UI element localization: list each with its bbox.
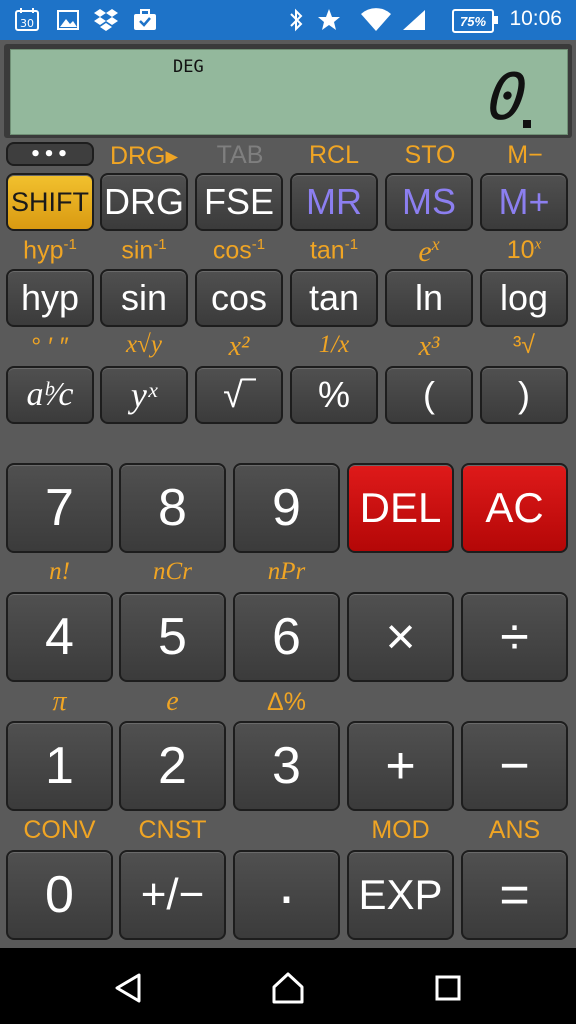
exp-button[interactable]: EXP xyxy=(347,850,454,940)
label-hyp-inverse: hyp-1 xyxy=(23,236,77,265)
label-drg-convert: DRG▸ xyxy=(109,142,179,170)
power-button[interactable]: yˣ xyxy=(100,366,188,424)
back-icon[interactable] xyxy=(108,968,148,1008)
multiply-button[interactable]: × xyxy=(347,592,454,682)
digit-7-button[interactable]: 7 xyxy=(6,463,113,553)
label-euler-e: e xyxy=(166,686,179,717)
signal-icon xyxy=(400,8,428,32)
digit-8-button[interactable]: 8 xyxy=(119,463,226,553)
display-frame: DEG 0 xyxy=(4,44,572,138)
bluetooth-icon xyxy=(286,8,306,32)
star-icon xyxy=(316,8,342,32)
digit-6-button[interactable]: 6 xyxy=(233,592,340,682)
label-delta-percent: Δ% xyxy=(267,688,306,716)
sin-button[interactable]: sin xyxy=(100,269,188,327)
tan-button[interactable]: tan xyxy=(290,269,378,327)
label-rcl: RCL xyxy=(308,141,359,169)
shift-button[interactable]: SHIFT xyxy=(6,173,94,231)
square-root-button[interactable]: √‾ xyxy=(195,366,283,424)
decimal-point-indicator xyxy=(523,120,531,128)
label-reciprocal: 1/x xyxy=(318,331,350,358)
recents-icon[interactable] xyxy=(428,968,468,1008)
label-xth-root: x√y xyxy=(126,331,162,358)
navigation-bar xyxy=(0,948,576,1024)
battery-indicator: 75% xyxy=(452,9,498,33)
digit-4-button[interactable]: 4 xyxy=(6,592,113,682)
add-button[interactable]: + xyxy=(347,721,454,811)
percent-button[interactable]: % xyxy=(290,366,378,424)
subtract-button[interactable]: − xyxy=(461,721,568,811)
memory-recall-button[interactable]: MR xyxy=(290,173,378,231)
label-tab: TAB xyxy=(216,141,264,169)
hyp-button[interactable]: hyp xyxy=(6,269,94,327)
plus-minus-button[interactable]: +/− xyxy=(119,850,226,940)
fraction-button[interactable]: aᵇ⁄c xyxy=(6,366,94,424)
angle-mode-indicator: DEG xyxy=(173,57,204,77)
svg-text:30: 30 xyxy=(20,17,34,30)
decimal-point-button[interactable]: · xyxy=(233,850,340,940)
dropbox-icon xyxy=(92,8,120,32)
close-paren-button[interactable]: ) xyxy=(480,366,568,424)
all-clear-button[interactable]: AC xyxy=(461,463,568,553)
label-cnst: CNST xyxy=(138,816,207,844)
fse-button[interactable]: FSE xyxy=(195,173,283,231)
status-bar: 30 75% 10:06 xyxy=(0,0,576,40)
log-button[interactable]: log xyxy=(480,269,568,327)
label-sto: STO xyxy=(404,141,456,169)
label-conv: CONV xyxy=(23,816,96,844)
drg-button[interactable]: DRG xyxy=(100,173,188,231)
label-ans: ANS xyxy=(488,816,541,844)
wifi-icon xyxy=(360,8,392,32)
label-x-cubed: x³ xyxy=(418,331,440,362)
menu-button[interactable]: ••• xyxy=(6,142,94,166)
label-exp-e: ex xyxy=(418,234,440,268)
digit-1-button[interactable]: 1 xyxy=(6,721,113,811)
label-degrees-minutes-seconds: ° ′ ″ xyxy=(31,333,69,361)
briefcase-icon xyxy=(132,8,158,32)
digit-5-button[interactable]: 5 xyxy=(119,592,226,682)
open-paren-button[interactable]: ( xyxy=(385,366,473,424)
label-ncr: nCr xyxy=(153,558,192,585)
digit-2-button[interactable]: 2 xyxy=(119,721,226,811)
digit-9-button[interactable]: 9 xyxy=(233,463,340,553)
label-mod: MOD xyxy=(371,816,430,844)
memory-store-button[interactable]: MS xyxy=(385,173,473,231)
calendar-icon: 30 xyxy=(14,8,40,32)
ln-button[interactable]: ln xyxy=(385,269,473,327)
label-cube-root: ³√ xyxy=(512,331,536,359)
cos-button[interactable]: cos xyxy=(195,269,283,327)
digit-0-button[interactable]: 0 xyxy=(6,850,113,940)
label-pi: π xyxy=(52,686,67,717)
label-factorial: n! xyxy=(49,558,70,585)
home-icon[interactable] xyxy=(268,968,308,1008)
memory-add-button[interactable]: M+ xyxy=(480,173,568,231)
label-arctan: tan-1 xyxy=(309,236,359,265)
label-ten-power: 10x xyxy=(506,236,542,264)
equals-button[interactable]: = xyxy=(461,850,568,940)
clock: 10:06 xyxy=(509,7,562,30)
lcd-display: DEG 0 xyxy=(10,49,568,135)
label-m-minus: M− xyxy=(507,141,543,169)
label-npr: nPr xyxy=(267,558,306,585)
delete-button[interactable]: DEL xyxy=(347,463,454,553)
label-arccos: cos-1 xyxy=(212,236,266,265)
label-x-squared: x² xyxy=(228,331,250,362)
gallery-icon xyxy=(56,8,80,32)
digit-3-button[interactable]: 3 xyxy=(233,721,340,811)
label-arcsin: sin-1 xyxy=(121,236,167,265)
divide-button[interactable]: ÷ xyxy=(461,592,568,682)
